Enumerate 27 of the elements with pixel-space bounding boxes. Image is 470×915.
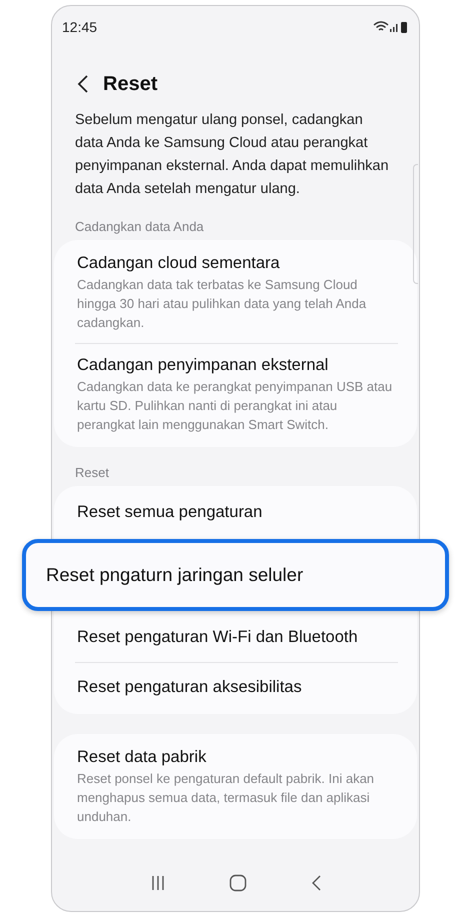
item-title: Cadangan penyimpanan eksternal [77, 356, 330, 375]
settings-item[interactable]: Reset semua pengaturan [75, 488, 398, 537]
section-label: Cadangkan data Anda [74, 219, 205, 234]
status-time: 12:45 [62, 19, 98, 35]
item-description: Cadangkan data ke perangkat penyimpanan USB atau kartu SD. Pulihkan nanti di perangkat ini atau perangkat lain menggunakan Smart Switch. [77, 378, 394, 434]
intro-text: Sebelum mengatur ulang ponsel, cadangkan data Anda ke Samsung Cloud atau perangkat penyimpanan eksternal. Anda dapat memulihkan data Anda setelah mengatur ulang. [74, 111, 390, 199]
settings-item[interactable]: Reset data pabrik Reset ponsel ke pengaturan default pabrik. Ini akan menghapus semua data, termasuk file dan aplikasi unduhan. [75, 736, 398, 837]
recent-apps-icon[interactable] [150, 875, 166, 891]
item-title: Reset data pabrik [77, 748, 208, 767]
item-title: Reset pngaturn jaringan seluler [46, 564, 304, 586]
page-title: Reset [103, 72, 158, 96]
settings-item[interactable]: Reset pengaturan Wi-Fi dan Bluetooth [75, 613, 398, 662]
home-icon[interactable] [228, 874, 246, 892]
status-icons [373, 20, 409, 34]
back-icon[interactable] [310, 874, 322, 892]
highlighted-item[interactable]: Reset pngaturn jaringan seluler [22, 539, 449, 611]
settings-item[interactable]: Cadangan penyimpanan eksternal Cadangkan data ke perangkat penyimpanan USB atau kartu SD. Pulihkan nanti di perangkat ini atau perangkat lain menggunakan Smart Switch. [75, 343, 398, 445]
item-title: Reset pengaturan aksesibilitas [77, 678, 303, 697]
item-description: Reset ponsel ke pengaturan default pabrik. Ini akan menghapus semua data, termasuk file dan aplikasi unduhan. [77, 770, 376, 826]
section-label: Reset [74, 465, 110, 480]
item-title: Reset pengaturan Wi-Fi dan Bluetooth [77, 628, 359, 647]
settings-item[interactable]: Reset pengaturan aksesibilitas [75, 662, 398, 712]
item-title: Reset semua pengaturan [77, 503, 264, 522]
item-description: Cadangkan data tak terbatas ke Samsung Cloud hingga 30 hari atau pulihkan data yang telah Anda cadangkan. [77, 276, 368, 332]
back-icon[interactable] [77, 74, 89, 94]
item-title: Cadangan cloud sementara [77, 254, 281, 273]
settings-item[interactable]: Cadangan cloud sementara Cadangkan data tak terbatas ke Samsung Cloud hingga 30 hari atau pulihkan data yang telah Anda cadangkan. [75, 242, 398, 343]
